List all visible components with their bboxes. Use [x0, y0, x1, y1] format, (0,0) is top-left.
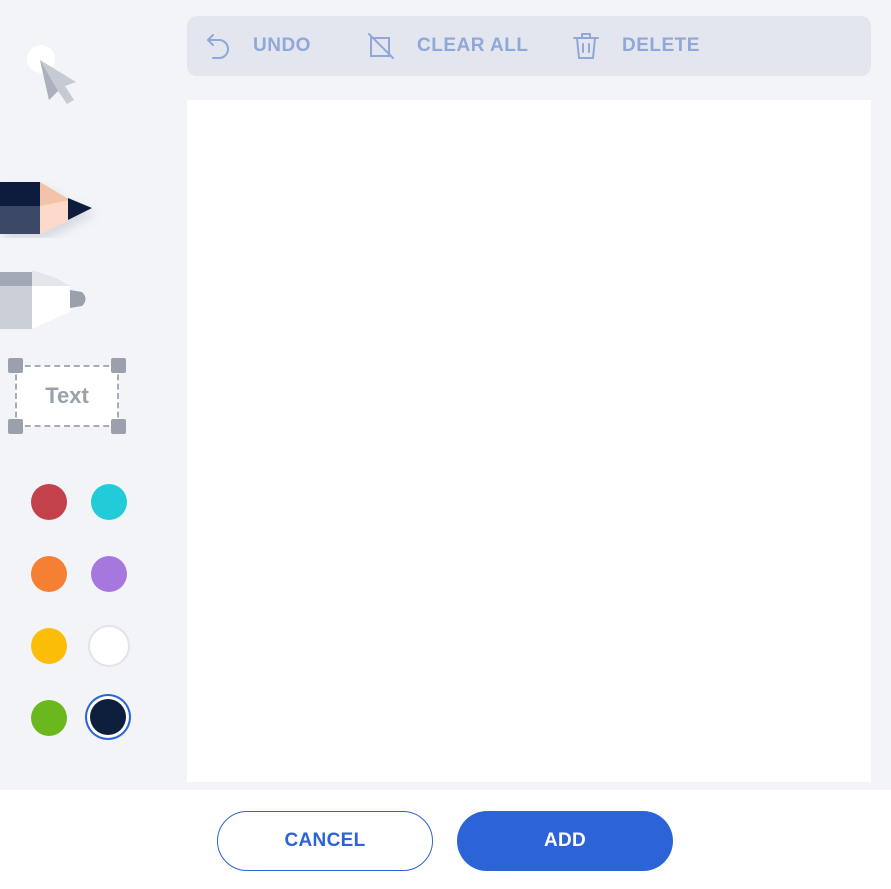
- trash-icon: [573, 33, 599, 59]
- text-handle-bottom-right: [111, 419, 126, 434]
- color-swatch-yellow[interactable]: [31, 628, 67, 664]
- delete-button[interactable]: DELETE: [572, 16, 700, 76]
- drawing-canvas[interactable]: [187, 100, 871, 782]
- color-swatch-purple[interactable]: [91, 556, 127, 592]
- text-handle-top-left: [8, 358, 23, 373]
- color-swatch-cyan[interactable]: [91, 484, 127, 520]
- toolbar: UNDO CLEAR ALL DELETE: [187, 16, 871, 76]
- dialog-footer: CANCEL ADD: [0, 790, 891, 889]
- clear-all-label: CLEAR ALL: [417, 35, 529, 56]
- text-tool[interactable]: Text: [8, 358, 126, 434]
- color-swatch-white[interactable]: [88, 625, 130, 667]
- pencil-tool[interactable]: [0, 180, 100, 238]
- undo-button[interactable]: UNDO: [205, 16, 311, 76]
- clear-all-icon: [368, 33, 394, 59]
- pencil-icon: [0, 182, 92, 234]
- color-swatch-green[interactable]: [31, 700, 67, 736]
- text-handle-bottom-left: [8, 419, 23, 434]
- cancel-button[interactable]: CANCEL: [217, 811, 433, 871]
- color-swatch-navy[interactable]: [90, 699, 126, 735]
- color-swatch-orange[interactable]: [31, 556, 67, 592]
- marker-icon: [0, 270, 86, 329]
- drawing-dialog: Text UNDO CLEAR ALL DELETE CANCEL ADD: [0, 0, 891, 889]
- pointer-icon: [27, 45, 76, 104]
- undo-icon: [207, 34, 229, 59]
- pointer-tool[interactable]: [20, 40, 84, 110]
- add-button[interactable]: ADD: [457, 811, 673, 871]
- color-swatch-red[interactable]: [31, 484, 67, 520]
- undo-label: UNDO: [253, 35, 311, 56]
- clear-all-button[interactable]: CLEAR ALL: [367, 16, 528, 76]
- delete-label: DELETE: [622, 35, 700, 56]
- text-handle-top-right: [111, 358, 126, 373]
- marker-tool[interactable]: [0, 268, 96, 332]
- text-tool-label: Text: [15, 365, 119, 427]
